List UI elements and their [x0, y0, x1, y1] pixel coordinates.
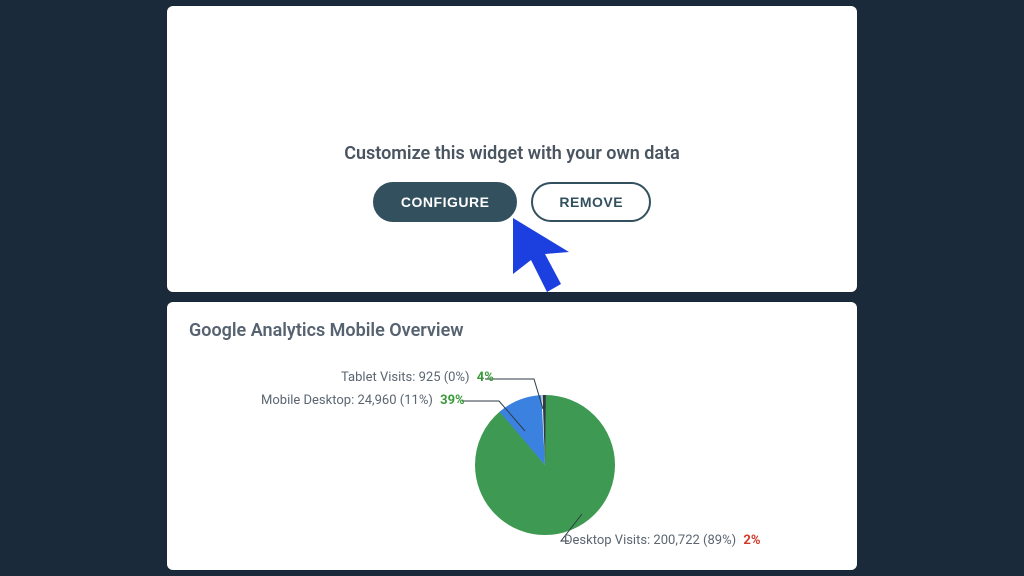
remove-button[interactable]: REMOVE — [531, 182, 651, 222]
label-mobile-pct: 39% — [440, 393, 465, 408]
customize-widget-card: Customize this widget with your own data… — [167, 6, 857, 292]
label-mobile: Mobile Desktop: 24,960 (11%) 39% — [261, 393, 465, 408]
label-tablet: Tablet Visits: 925 (0%) 4% — [341, 370, 494, 385]
customize-message: Customize this widget with your own data — [344, 143, 680, 164]
label-mobile-text: Mobile Desktop: 24,960 (11%) — [261, 393, 433, 408]
button-row: CONFIGURE REMOVE — [373, 182, 651, 222]
pie-chart: Tablet Visits: 925 (0%) 4% Mobile Deskto… — [189, 341, 835, 561]
widget-stage: Customize this widget with your own data… — [167, 0, 857, 576]
label-desktop-text: Desktop Visits: 200,722 (89%) — [564, 533, 736, 548]
analytics-overview-card: Google Analytics Mobile Overview — [167, 302, 857, 570]
label-tablet-pct: 4% — [477, 370, 494, 385]
label-desktop-pct: 2% — [743, 533, 760, 548]
configure-button[interactable]: CONFIGURE — [373, 182, 518, 222]
cursor-icon — [507, 212, 597, 302]
label-tablet-text: Tablet Visits: 925 (0%) — [341, 370, 470, 385]
label-desktop: Desktop Visits: 200,722 (89%) 2% — [564, 533, 760, 548]
analytics-title: Google Analytics Mobile Overview — [189, 320, 835, 341]
